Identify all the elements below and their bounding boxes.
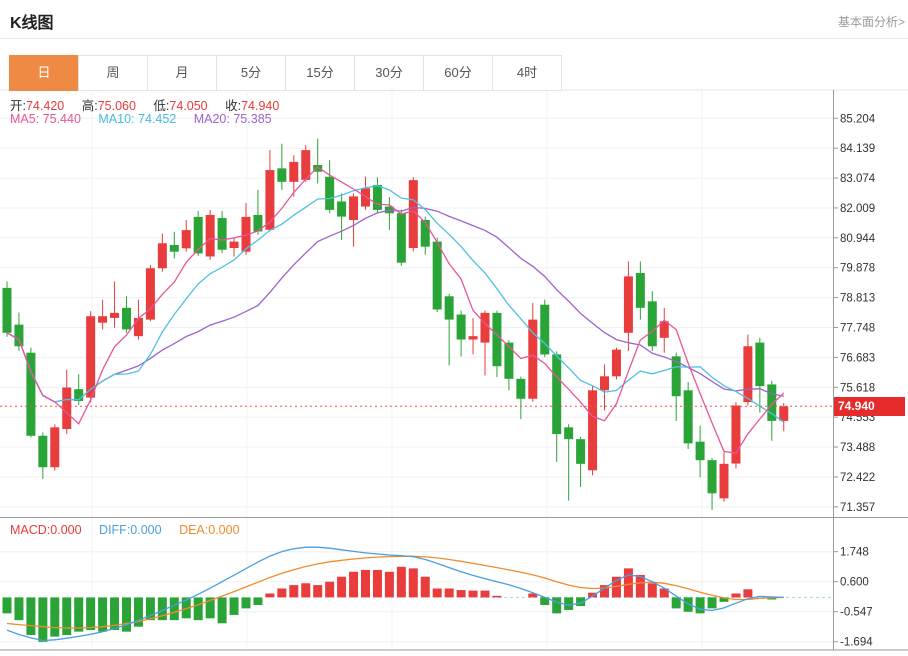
diff-value: 0.000 [130, 523, 162, 537]
y-axis-label: 71.357 [840, 502, 875, 514]
open-value: 74.420 [25, 99, 65, 113]
close-value: 74.940 [241, 99, 280, 113]
open-label: 开: [10, 99, 26, 113]
ma20-label: MA20: [193, 112, 230, 126]
ma-legend: MA5: 75.440 MA10: 74.452 MA20: 75.385 [10, 112, 272, 126]
y-axis-label: 78.813 [840, 293, 875, 305]
close-label: 收: [225, 99, 242, 113]
y-axis-label: 75.618 [840, 382, 875, 394]
high-label: 高: [81, 99, 98, 113]
ma10-label: MA10: [98, 112, 135, 126]
fundamental-analysis-link[interactable]: 基本面分析> [838, 13, 905, 30]
tab-60分[interactable]: 60分 [423, 55, 493, 91]
y-axis-label: 84.139 [840, 143, 875, 155]
ma5-value: 75.440 [42, 112, 81, 126]
tab-5分[interactable]: 5分 [216, 55, 286, 91]
y-axis-label: 79.878 [840, 263, 875, 275]
tab-15分[interactable]: 15分 [285, 55, 355, 91]
tab-日[interactable]: 日 [9, 55, 79, 91]
y-axis-label: 77.748 [840, 323, 875, 335]
y-axis-label: 85.204 [840, 113, 876, 125]
dea-value: 0.000 [208, 523, 240, 537]
tab-月[interactable]: 月 [147, 55, 217, 91]
ma20-value: 75.385 [233, 112, 272, 126]
y-axis-label: 83.074 [840, 173, 876, 185]
ma10-line [6, 185, 785, 423]
macd-axis-label: -1.694 [840, 637, 873, 649]
tab-30分[interactable]: 30分 [354, 55, 424, 91]
page-title: K线图 [10, 15, 54, 32]
tab-4时[interactable]: 4时 [492, 55, 562, 91]
kline-page: 85.204 84.139 83.074 82.009 80.944 79.878 78.8… [0, 0, 908, 656]
tab-周[interactable]: 周 [78, 55, 148, 91]
y-axis-label: 72.422 [840, 472, 875, 484]
macd-axis-label: -0.547 [840, 607, 873, 619]
y-axis-label: 73.488 [840, 442, 875, 454]
y-axis-label: 82.009 [840, 203, 875, 215]
high-value: 75.060 [97, 99, 136, 113]
macd-axis-label: 0.600 [840, 577, 869, 589]
current-price-badge: 74.940 [834, 397, 905, 416]
macd-label: MACD: [10, 523, 51, 537]
ma10-value: 74.452 [138, 112, 177, 126]
dea-label: DEA: [179, 523, 209, 537]
low-value: 74.050 [169, 99, 208, 113]
page-header: K线图 基本面分析> [0, 0, 908, 39]
y-axis-label: 80.944 [840, 233, 876, 245]
low-label: 低: [153, 99, 170, 113]
macd-value: 0.000 [50, 523, 82, 537]
macd-legend: MACD:0.000 DIFF:0.000 DEA:0.000 [10, 523, 240, 537]
ma20-line [6, 206, 784, 403]
diff-label: DIFF: [99, 523, 131, 537]
macd-axis-label: 1.748 [840, 547, 869, 559]
ma5-label: MA5: [10, 112, 40, 126]
period-tabbar: 日周月 5分 15分 30分 60分 4时 [9, 55, 562, 91]
y-axis-label: 76.683 [840, 352, 875, 364]
